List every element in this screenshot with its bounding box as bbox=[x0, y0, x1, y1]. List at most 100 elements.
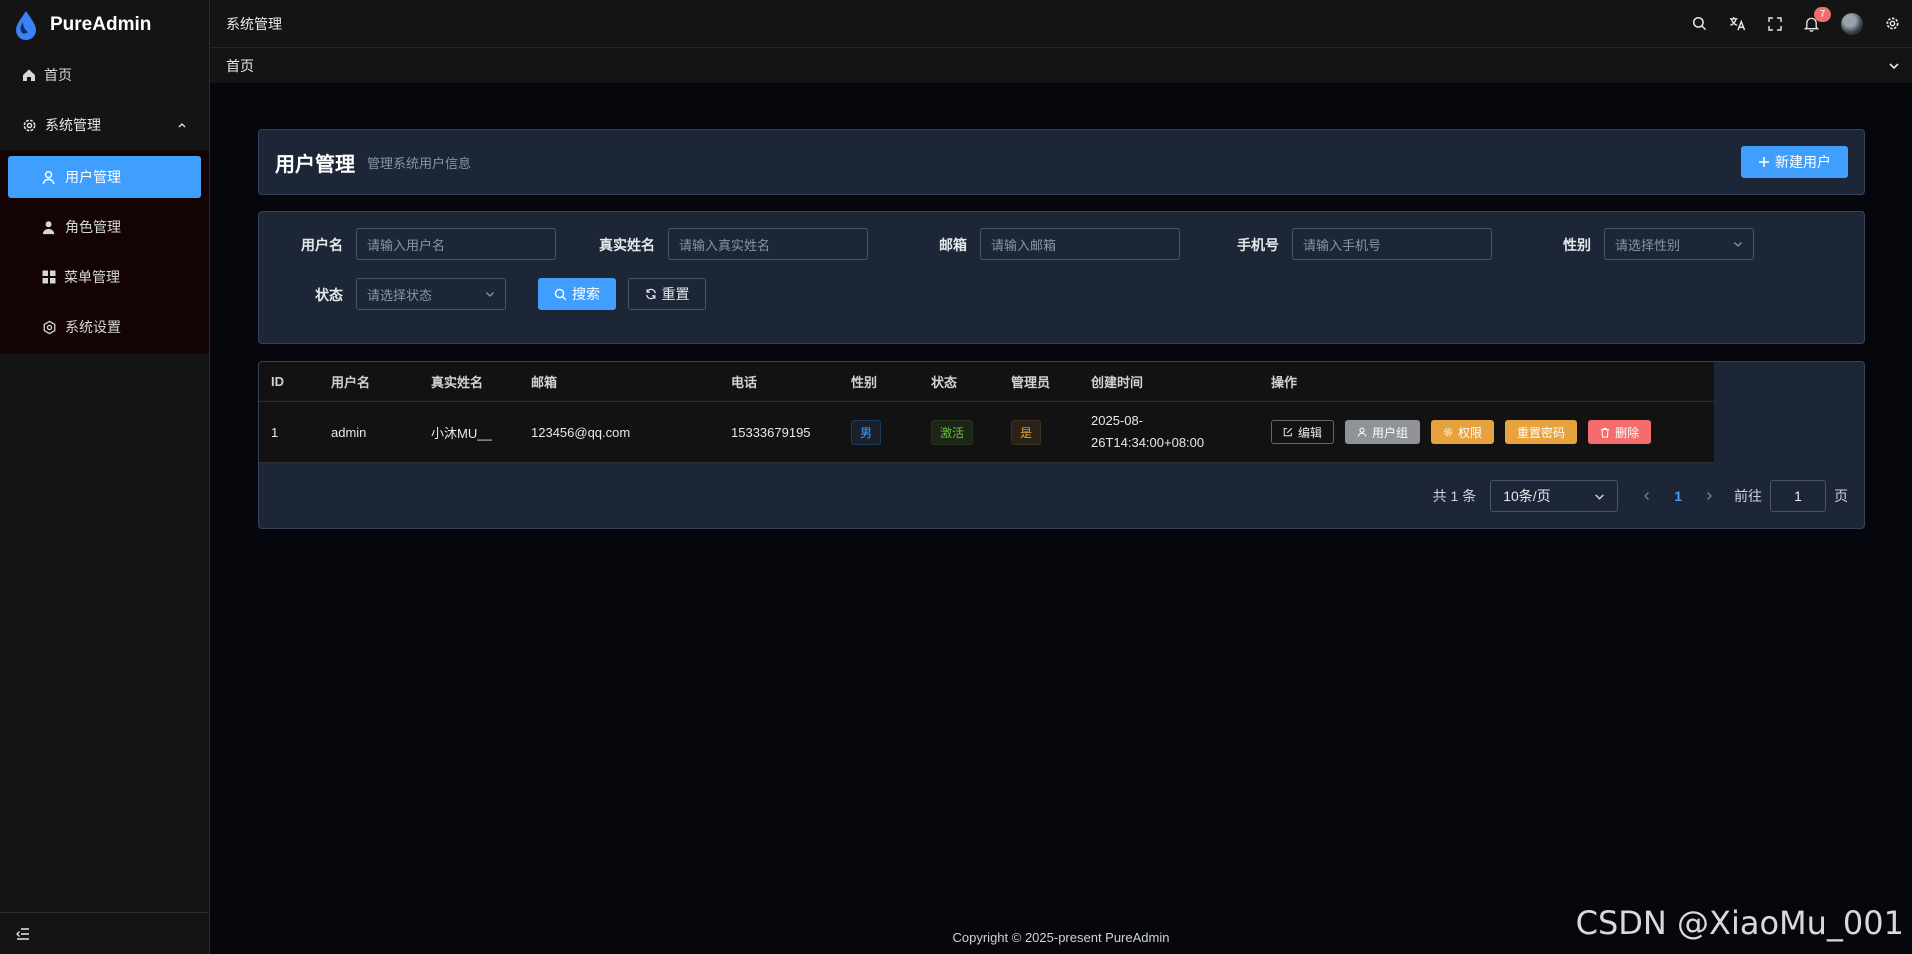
reset-button[interactable]: 重置 bbox=[628, 278, 706, 310]
fullscreen-icon[interactable] bbox=[1768, 16, 1782, 31]
page-title: 用户管理 bbox=[275, 153, 355, 176]
status-select[interactable]: 请选择状态 bbox=[356, 278, 506, 310]
search-icon[interactable] bbox=[1692, 16, 1707, 31]
grid-icon bbox=[42, 270, 56, 284]
username-input[interactable]: 请输入用户名 bbox=[356, 228, 556, 260]
chevron-up-icon bbox=[177, 120, 187, 130]
column-header: ID bbox=[271, 374, 284, 389]
brand[interactable]: PureAdmin bbox=[0, 0, 209, 50]
chevron-down-icon bbox=[1733, 239, 1743, 249]
brand-title: PureAdmin bbox=[50, 14, 152, 35]
logo-icon bbox=[14, 10, 38, 40]
column-header: 操作 bbox=[1271, 375, 1298, 390]
tab-home[interactable]: 首页 bbox=[226, 56, 254, 76]
user-role-icon bbox=[42, 220, 57, 235]
plus-icon bbox=[1758, 156, 1770, 168]
edit-button[interactable]: 编辑 bbox=[1271, 420, 1335, 444]
table-header: ID 用户名 真实姓名 邮箱 电话 性别 状态 管理员 创建时间 操作 bbox=[259, 362, 1714, 402]
cell-id: 1 bbox=[271, 424, 279, 440]
admin-tag: 是 bbox=[1011, 419, 1042, 445]
prev-page-button[interactable] bbox=[1642, 491, 1652, 501]
user-table: ID 用户名 真实姓名 邮箱 电话 性别 状态 管理员 创建时间 操作 1 ad… bbox=[259, 362, 1714, 463]
cell-actions: 编辑 用户组 权限 重置密码 删除 bbox=[1271, 402, 1662, 462]
cell-email: 123456@qq.com bbox=[531, 424, 631, 440]
search-button[interactable]: 搜索 bbox=[538, 278, 616, 310]
new-user-button[interactable]: 新建用户 bbox=[1741, 146, 1848, 178]
avatar[interactable] bbox=[1841, 12, 1863, 35]
status-label: 状态 bbox=[315, 287, 343, 303]
delete-button[interactable]: 删除 bbox=[1588, 420, 1652, 444]
translate-icon[interactable] bbox=[1729, 16, 1746, 31]
top-navbar: 系统管理 7 bbox=[210, 0, 1912, 48]
tags-bar: 首页 bbox=[210, 48, 1912, 83]
main-content: 用户管理 管理系统用户信息 新建用户 用户名 请输入用户名 真实姓名 请输入真实… bbox=[210, 83, 1912, 954]
user-icon bbox=[1357, 427, 1367, 437]
column-header: 用户名 bbox=[331, 375, 371, 390]
sidebar-item-label: 首页 bbox=[44, 67, 72, 83]
cell-created: 2025-08- 26T14:34:00+08:00 bbox=[1091, 402, 1204, 462]
gender-label: 性别 bbox=[1563, 237, 1591, 253]
chevron-down-icon[interactable] bbox=[1888, 60, 1900, 72]
breadcrumb[interactable]: 系统管理 bbox=[226, 14, 282, 34]
collapse-icon bbox=[16, 927, 30, 940]
goto-page-input[interactable]: 1 bbox=[1770, 480, 1826, 512]
refresh-icon bbox=[645, 288, 657, 300]
gender-select[interactable]: 请选择性别 bbox=[1604, 228, 1754, 260]
cell-status: 激活 bbox=[931, 402, 974, 462]
user-group-button[interactable]: 用户组 bbox=[1345, 420, 1421, 444]
column-header: 性别 bbox=[851, 375, 878, 390]
sidebar-item-label: 菜单管理 bbox=[64, 269, 120, 285]
cell-phone: 15333679195 bbox=[731, 424, 811, 440]
gender-tag: 男 bbox=[851, 419, 882, 445]
gear-icon bbox=[1443, 427, 1453, 437]
edit-icon bbox=[1283, 427, 1293, 437]
sidebar-item-menus[interactable]: 菜单管理 bbox=[0, 252, 209, 302]
page-number-current[interactable]: 1 bbox=[1674, 488, 1682, 504]
column-header: 真实姓名 bbox=[431, 375, 484, 390]
goto-label: 前往 bbox=[1734, 488, 1762, 504]
phone-input[interactable]: 请输入手机号 bbox=[1292, 228, 1492, 260]
email-input[interactable]: 请输入邮箱 bbox=[980, 228, 1180, 260]
sidebar-item-settings[interactable]: 系统设置 bbox=[0, 302, 209, 352]
notification-button[interactable]: 7 bbox=[1804, 6, 1831, 32]
cell-admin: 是 bbox=[1011, 402, 1042, 462]
reset-password-button[interactable]: 重置密码 bbox=[1505, 420, 1578, 444]
goto-unit: 页 bbox=[1834, 488, 1848, 504]
search-form: 用户名 请输入用户名 真实姓名 请输入真实姓名 邮箱 请输入邮箱 手机号 请输入… bbox=[258, 211, 1865, 344]
new-user-label: 新建用户 bbox=[1775, 154, 1831, 170]
sidebar-item-label: 系统设置 bbox=[65, 319, 121, 335]
sidebar-item-home[interactable]: 首页 bbox=[0, 50, 209, 100]
page-subtitle: 管理系统用户信息 bbox=[367, 155, 472, 171]
column-header: 创建时间 bbox=[1091, 375, 1144, 390]
realname-input[interactable]: 请输入真实姓名 bbox=[668, 228, 868, 260]
search-icon bbox=[554, 288, 567, 301]
column-header: 状态 bbox=[931, 375, 958, 390]
gear-icon[interactable] bbox=[1885, 16, 1900, 31]
sidebar-group-label: 系统管理 bbox=[45, 117, 101, 133]
sidebar-submenu: 用户管理 角色管理 菜单管理 系统设置 bbox=[0, 150, 209, 354]
created-time-line2: 26T14:34:00+08:00 bbox=[1091, 435, 1205, 450]
settings-icon bbox=[22, 118, 37, 133]
sidebar-item-label: 用户管理 bbox=[65, 169, 121, 185]
home-icon bbox=[22, 68, 36, 82]
sidebar-item-roles[interactable]: 角色管理 bbox=[0, 202, 209, 252]
page-size-select[interactable]: 10条/页 bbox=[1490, 480, 1619, 512]
next-page-button[interactable] bbox=[1704, 491, 1714, 501]
user-icon bbox=[42, 170, 57, 185]
created-time-line1: 2025-08- bbox=[1091, 413, 1144, 428]
notification-badge: 7 bbox=[1814, 6, 1831, 22]
user-table-card: ID 用户名 真实姓名 邮箱 电话 性别 状态 管理员 创建时间 操作 1 ad… bbox=[258, 361, 1865, 529]
realname-label: 真实姓名 bbox=[599, 237, 655, 253]
username-label: 用户名 bbox=[301, 237, 343, 253]
sidebar-item-users[interactable]: 用户管理 bbox=[8, 156, 201, 198]
table-row: 1 admin 小沐MU__ 123456@qq.com 15333679195… bbox=[259, 402, 1714, 463]
sidebar-group-system[interactable]: 系统管理 bbox=[0, 100, 209, 150]
trash-icon bbox=[1600, 427, 1610, 438]
sidebar: PureAdmin 首页 系统管理 用户管理 角色管理 菜单管理 系统设置 bbox=[0, 0, 210, 954]
column-header: 邮箱 bbox=[531, 375, 558, 390]
page-header: 用户管理 管理系统用户信息 新建用户 bbox=[258, 129, 1865, 195]
sidebar-collapse-button[interactable] bbox=[0, 912, 209, 954]
permission-button[interactable]: 权限 bbox=[1431, 420, 1495, 444]
pagination-total: 共 1 条 bbox=[1432, 488, 1477, 504]
status-badge: 激活 bbox=[931, 419, 974, 445]
